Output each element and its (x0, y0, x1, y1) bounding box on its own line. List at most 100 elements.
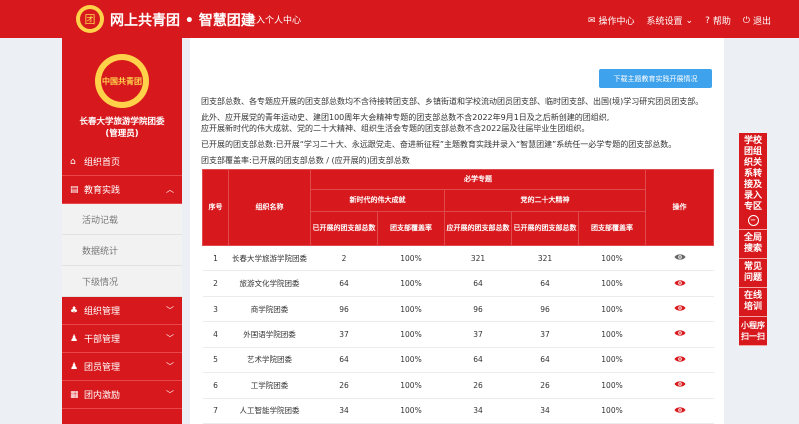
table-cell-e: 100% (578, 296, 646, 323)
table-cell-b: 100% (377, 296, 445, 323)
table-cell-action (645, 296, 714, 323)
sidebar-item-cadre-management[interactable]: ♟ 干部管理 ﹀ (62, 325, 182, 353)
settings-label: 系统设置 (646, 17, 683, 27)
view-eye-icon[interactable] (674, 279, 686, 287)
view-eye-icon[interactable] (674, 253, 686, 261)
table-row: 7 人工智能学院团委 34 100% 34 34 100% (202, 398, 714, 424)
logout-label: 退出 (752, 17, 771, 27)
sidebar-org-name: 长春大学旅游学院团委 (79, 117, 165, 127)
col-header-topic2: 党的二十大精神 (443, 189, 647, 212)
online-training-button[interactable]: 在线培训 (739, 288, 767, 317)
sidebar-item-education[interactable]: ▤ 教育实践 ︿ (62, 176, 182, 204)
table-cell-no: 6 (202, 372, 229, 399)
table-cell-name: 旅游文化学院团委 (228, 270, 311, 297)
table-cell-name: 商学院团委 (228, 296, 311, 323)
table-cell-d: 37 (511, 321, 579, 348)
sidebar-subitem-subordinate[interactable]: 下级情况 (62, 266, 182, 297)
help-label: 帮助 (712, 17, 731, 27)
table-cell-no: 2 (202, 270, 229, 297)
power-icon: ⏻ (742, 15, 750, 26)
table-row: 5 艺术学院团委 64 100% 64 64 100% (202, 347, 714, 374)
table-cell-e: 100% (578, 245, 646, 272)
league-emblem-icon: 中国共青团 (95, 54, 149, 108)
view-eye-icon[interactable] (674, 304, 686, 312)
col-header-required: 必学专题 (309, 169, 647, 190)
help-link[interactable]: ? 帮助 (705, 14, 731, 28)
table-cell-e: 100% (578, 270, 646, 297)
settings-menu[interactable]: 系统设置 ⌄ (646, 14, 694, 28)
table-cell-a: 26 (310, 372, 378, 399)
table-cell-b: 100% (377, 270, 445, 297)
view-eye-icon[interactable] (674, 329, 686, 337)
sidebar-item-incentive[interactable]: ▦ 团内激励 ﹀ (62, 381, 182, 409)
global-search-button[interactable]: 全局搜索 (739, 230, 767, 259)
faq-button[interactable]: 常见问题 (739, 259, 767, 288)
view-eye-icon[interactable] (674, 406, 686, 414)
sidebar-item-home[interactable]: ⌂ 组织首页 (62, 148, 182, 176)
col-header-done: 已开展的团支部总数 (310, 211, 378, 246)
table-cell-c: 37 (444, 321, 512, 348)
book-icon: ▤ (70, 184, 79, 195)
table-cell-no: 4 (202, 321, 229, 348)
sidebar-subitem-activity-record[interactable]: 活动记载 (62, 204, 182, 235)
table-cell-a: 2 (310, 245, 378, 272)
table-cell-b: 100% (377, 372, 445, 399)
ops-center-label: 操作中心 (598, 17, 635, 27)
sidebar-item-label: 团内激励 (84, 391, 121, 401)
view-eye-icon[interactable] (674, 380, 686, 388)
award-icon: ▦ (70, 389, 79, 400)
table-cell-d: 64 (511, 347, 579, 374)
download-report-button[interactable]: 下载主题教育实践开展情况 (599, 69, 712, 88)
table-cell-action (645, 321, 714, 348)
chevron-down-icon: ﹀ (166, 362, 174, 371)
note-paragraph: 团支部覆盖率:已开展的团支部总数 / (应开展的)团支部总数 (201, 156, 410, 165)
sidebar-subitem-statistics[interactable]: 数据统计 (62, 235, 182, 266)
sidebar-org-info: 长春大学旅游学院团委 (管理员) (62, 116, 182, 140)
chevron-down-icon: ﹀ (166, 334, 174, 343)
col-header-done: 已开展的团支部总数 (511, 211, 579, 246)
member-icon: ♟ (70, 361, 79, 372)
table-cell-c: 96 (444, 296, 512, 323)
table-cell-action (645, 270, 714, 297)
enter-personal-center-link[interactable]: 进入个人中心 (247, 13, 301, 26)
table-cell-no: 7 (202, 398, 229, 424)
table-cell-e: 100% (578, 372, 646, 399)
home-icon: ⌂ (70, 156, 76, 167)
envelope-icon: ✉ (587, 15, 596, 26)
table-row: 4 外国语学院团委 37 100% 37 37 100% (202, 321, 714, 348)
table-cell-d: 96 (511, 296, 579, 323)
note-paragraph: 应开展新时代的伟大成就、党的二十大精神、组织生活会专题的团支部总数不含2022届… (201, 124, 590, 133)
transfer-zone-label: 学校团组织关系转接及录入专区 (743, 136, 762, 212)
table-cell-action (645, 347, 714, 374)
table-cell-a: 37 (310, 321, 378, 348)
col-header-index: 序号 (202, 169, 229, 246)
sidebar-item-label: 组织管理 (84, 307, 121, 317)
table-cell-c: 26 (444, 372, 512, 399)
table-cell-name: 工学院团委 (228, 372, 311, 399)
table-row: 3 商学院团委 96 100% 96 96 100% (202, 296, 714, 323)
table-row: 1 长春大学旅游学院团委 2 100% 321 321 100% (202, 245, 714, 272)
table-cell-b: 100% (377, 347, 445, 374)
table-cell-b: 100% (377, 398, 445, 424)
table-cell-no: 3 (202, 296, 229, 323)
table-cell-d: 64 (511, 270, 579, 297)
cadre-icon: ♟ (70, 333, 79, 344)
top-nav: ✉ 操作中心 系统设置 ⌄ ? 帮助 ⏻ 退出 (587, 14, 771, 28)
sidebar-item-label: 组织首页 (84, 158, 121, 168)
ops-center-link[interactable]: ✉ 操作中心 (587, 14, 635, 28)
logout-link[interactable]: ⏻ 退出 (742, 14, 771, 28)
table-cell-a: 34 (310, 398, 378, 424)
sidebar-item-member-management[interactable]: ♟ 团员管理 ﹀ (62, 353, 182, 381)
transfer-zone-button[interactable]: 学校团组织关系转接及录入专区 − (739, 133, 767, 230)
table-cell-name: 外国语学院团委 (228, 321, 311, 348)
table-cell-b: 100% (377, 245, 445, 272)
view-eye-icon[interactable] (674, 355, 686, 363)
col-header-should: 应开展的团支部总数 (444, 211, 512, 246)
brand-title: 网上共青团 • 智慧团建 (110, 13, 255, 29)
col-header-topic1: 新时代的伟大成就 (310, 189, 445, 212)
mini-program-button[interactable]: 小程序扫一扫 (739, 317, 767, 346)
table-cell-e: 100% (578, 347, 646, 374)
table-cell-c: 34 (444, 398, 512, 424)
table-row: 6 工学院团委 26 100% 26 26 100% (202, 372, 714, 399)
sidebar-item-org-management[interactable]: ♣ 组织管理 ﹀ (62, 297, 182, 325)
